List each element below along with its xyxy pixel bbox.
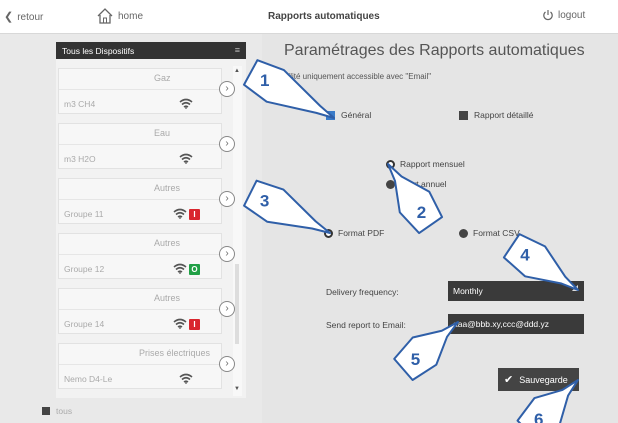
tous-label: tous <box>56 406 73 416</box>
wifi-icon <box>173 261 187 279</box>
chevron-left-icon: ❮ <box>4 11 14 23</box>
divider <box>59 254 221 255</box>
pdf-label: Format PDF <box>338 228 385 238</box>
device-name: Groupe 11 <box>64 209 104 219</box>
wifi-icon <box>179 151 193 169</box>
device-name: Nemo D4-Le <box>64 374 113 384</box>
device-category: Autres <box>154 183 181 193</box>
csv-radio[interactable] <box>459 228 468 238</box>
detailed-label: Rapport détaillé <box>474 110 534 120</box>
menu-icon[interactable]: ≡ <box>235 45 240 55</box>
divider <box>59 364 221 365</box>
chevron-right-icon[interactable]: › <box>219 191 235 207</box>
device-category: Eau <box>154 128 171 138</box>
device-category: Prises électriques <box>139 348 211 358</box>
scroll-thumb[interactable] <box>235 264 239 344</box>
save-button[interactable]: ✔ Sauvegarde <box>498 368 579 391</box>
divider <box>59 199 221 200</box>
divider <box>59 89 221 90</box>
annual-label: port annuel <box>404 179 447 189</box>
device-card[interactable]: Autres Groupe 14 I › <box>58 288 235 334</box>
chevron-right-icon[interactable]: › <box>219 246 235 262</box>
device-card[interactable]: Autres Groupe 11 I › <box>58 178 235 224</box>
tous-toggle[interactable]: tous <box>42 406 72 416</box>
status-badge: O <box>189 264 200 275</box>
check-icon: ✔ <box>504 374 514 386</box>
chevron-right-icon[interactable]: › <box>219 81 235 97</box>
chevron-right-icon[interactable]: › <box>219 136 235 152</box>
wifi-icon <box>179 96 193 114</box>
option-monthly[interactable]: Rapport mensuel <box>386 159 465 169</box>
option-general[interactable]: Général <box>326 110 371 120</box>
sidebar-header[interactable]: Tous les Dispositifs ≡ <box>56 42 246 59</box>
delivery-frequency-select[interactable]: Monthly ◢ <box>448 281 584 301</box>
device-card[interactable]: Eau m3 H2O › <box>58 123 235 169</box>
wifi-icon <box>173 206 187 224</box>
option-csv[interactable]: Format CSV <box>459 228 520 238</box>
annual-radio[interactable] <box>386 179 395 189</box>
back-label: retour <box>17 12 44 23</box>
back-button[interactable]: ❮ retour <box>4 10 43 23</box>
device-card[interactable]: Gaz m3 CH4 › <box>58 68 235 114</box>
chevron-right-icon[interactable]: › <box>219 301 235 317</box>
sidebar-title: Tous les Dispositifs <box>62 46 135 56</box>
device-category: Gaz <box>154 73 171 83</box>
home-button[interactable]: home <box>96 4 143 28</box>
wifi-icon <box>179 371 193 389</box>
pdf-radio[interactable] <box>324 228 333 238</box>
settings-panel <box>262 34 618 423</box>
device-card[interactable]: Autres Groupe 12 O › <box>58 233 235 279</box>
status-badge: I <box>189 209 200 220</box>
device-name: Groupe 14 <box>64 319 105 329</box>
divider <box>59 144 221 145</box>
page-note: bilité uniquement accessible avec "Email… <box>284 72 432 81</box>
home-label: home <box>118 10 144 22</box>
device-category: Autres <box>154 293 181 303</box>
general-checkbox[interactable] <box>326 110 335 120</box>
device-sidebar: Tous les Dispositifs ≡ ▲ ▼ Gaz m3 CH4 › Eau… <box>56 42 246 398</box>
email-label: Send report to Email: <box>326 320 406 330</box>
device-category: Autres <box>154 238 181 248</box>
delivery-frequency-value: Monthly <box>453 286 483 296</box>
logout-button[interactable]: logout <box>542 9 585 21</box>
detailed-checkbox[interactable] <box>459 110 468 120</box>
option-pdf[interactable]: Format PDF <box>324 228 384 238</box>
home-icon <box>97 8 113 24</box>
email-value: aaa@bbb.xy,ccc@ddd.yz <box>453 319 550 329</box>
monthly-label: Rapport mensuel <box>400 159 465 169</box>
divider <box>59 309 221 310</box>
page-title: Paramétrages des Rapports automatiques <box>284 42 585 59</box>
scroll-down-icon[interactable]: ▼ <box>234 386 240 392</box>
scroll-up-icon[interactable]: ▲ <box>234 68 240 74</box>
email-input[interactable]: aaa@bbb.xy,ccc@ddd.yz <box>448 314 584 334</box>
wifi-icon <box>173 316 187 334</box>
tous-checkbox[interactable] <box>42 407 50 415</box>
scrollbar[interactable] <box>233 66 242 396</box>
device-name: Groupe 12 <box>64 264 105 274</box>
top-bar: ❮ retour home Rapports automatiques logou… <box>0 0 618 34</box>
save-label: Sauvegarde <box>519 374 568 385</box>
csv-label: Format CSV <box>473 228 520 238</box>
monthly-radio[interactable] <box>386 159 395 169</box>
device-name: m3 H2O <box>64 154 96 164</box>
device-card[interactable]: Prises électriques Nemo D4-Le › <box>58 343 235 389</box>
device-name: m3 CH4 <box>64 99 96 109</box>
logout-label: logout <box>558 9 586 21</box>
power-icon <box>543 10 553 21</box>
option-annual[interactable]: port annuel <box>386 179 447 189</box>
chevron-right-icon[interactable]: › <box>219 356 235 372</box>
chevron-down-icon: ◢ <box>571 283 578 292</box>
option-detailed[interactable]: Rapport détaillé <box>459 110 534 120</box>
app-title: Rapports automatiques <box>268 11 380 22</box>
delivery-frequency-label: Delivery frequency: <box>326 287 399 297</box>
status-badge: I <box>189 319 200 330</box>
general-label: Général <box>341 110 372 120</box>
